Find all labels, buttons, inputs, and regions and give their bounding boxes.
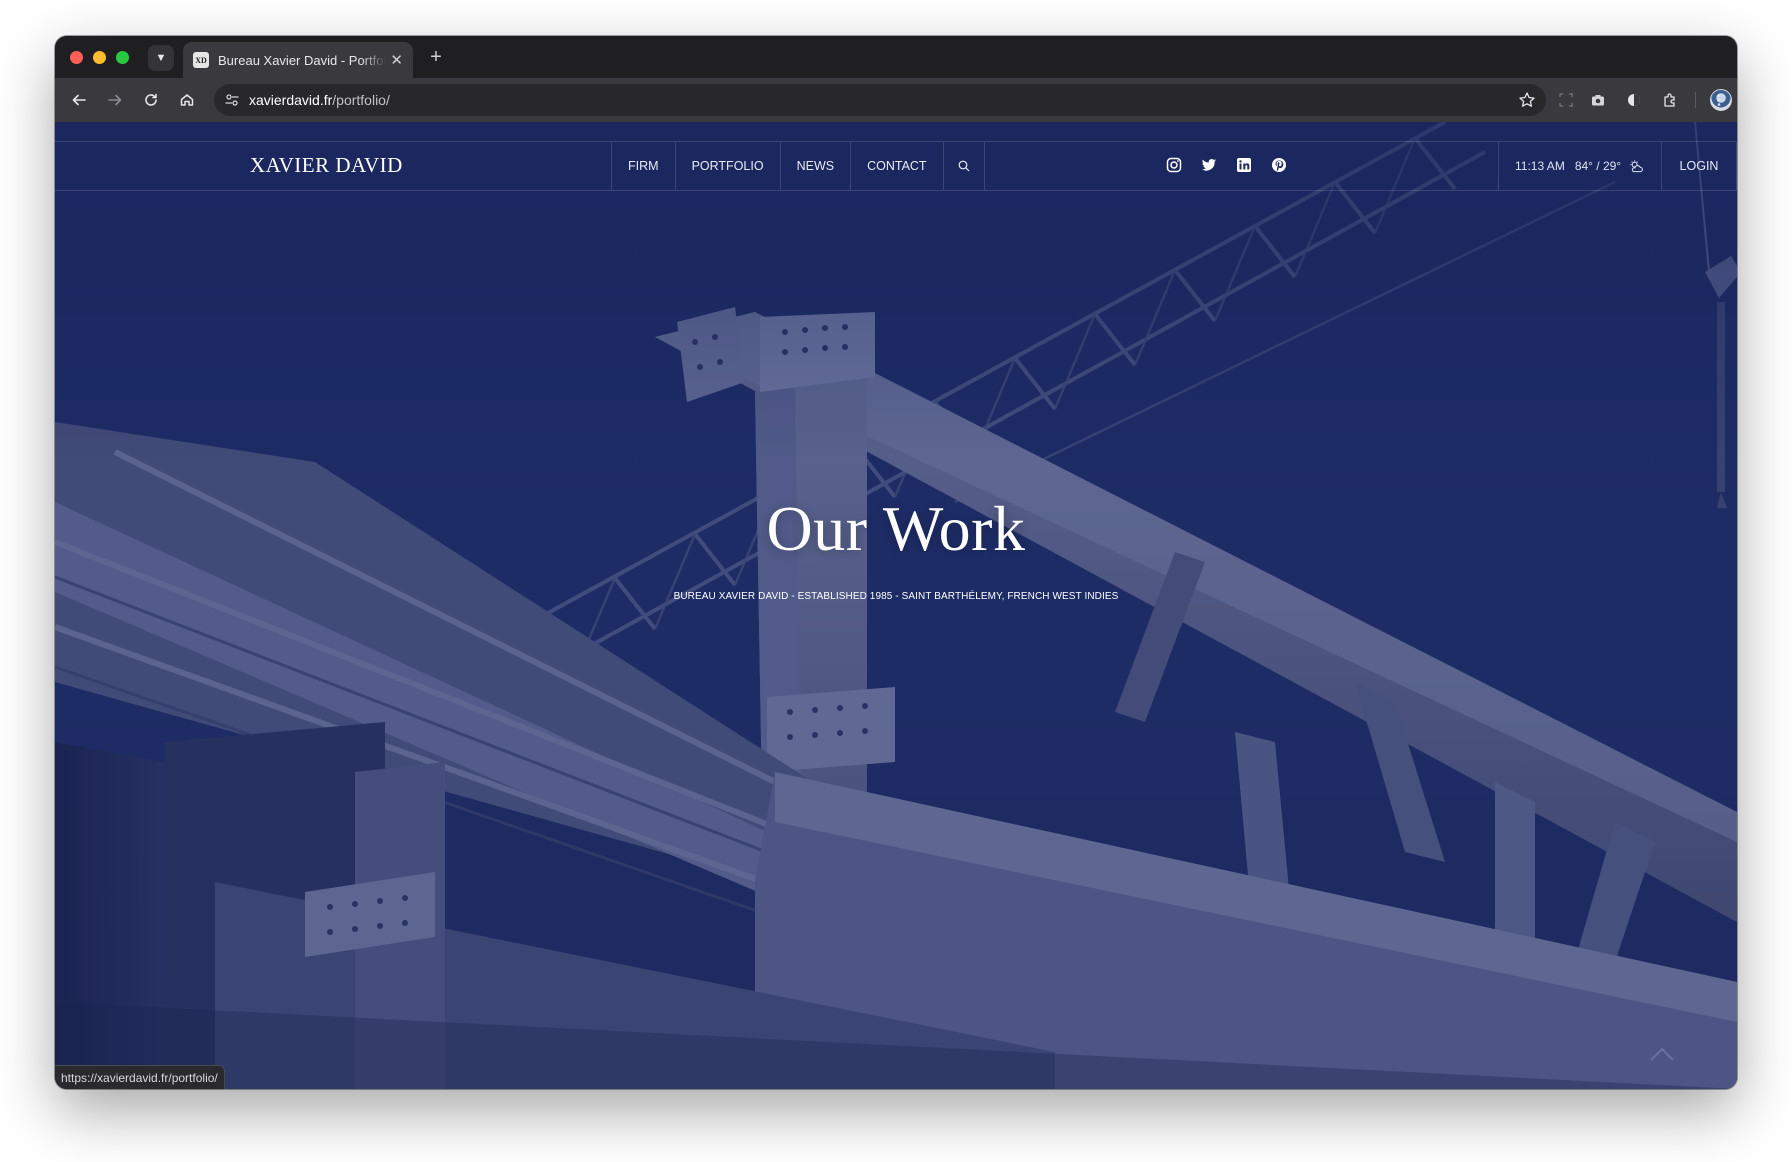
bookmark-star-icon[interactable] [1518,91,1536,109]
nav-news[interactable]: NEWS [779,142,851,190]
home-icon [180,94,194,106]
hero-title: Our Work [766,493,1026,564]
partly-cloudy-icon [1630,159,1644,172]
pinterest-icon[interactable] [1271,157,1287,173]
reload-icon [145,93,157,106]
browser-menu-button[interactable] [1707,88,1731,112]
temperature: 84° / 29° [1574,159,1622,173]
cast-button[interactable] [1554,88,1578,112]
steel-structure-image [55,122,1737,1089]
back-button[interactable] [67,88,91,112]
url-path: /portfolio/ [332,92,390,108]
linkedin-icon[interactable] [1236,157,1252,173]
nav-search-button[interactable] [942,142,985,190]
status-bar-url: https://xavierdavid.fr/portfolio/ [55,1065,225,1089]
new-tab-button[interactable]: + [424,46,448,70]
hero-subtitle: BUREAU XAVIER DAVID - ESTABLISHED 1985 -… [673,591,1119,602]
time-weather: 11:13 AM 84° / 29° [1498,142,1662,190]
camera-icon [1592,95,1604,106]
site-logo[interactable]: XAVIER DAVID [250,153,403,178]
address-bar[interactable]: xavierdavid.fr/portfolio/ [214,84,1546,116]
maximize-window-button[interactable] [116,51,129,64]
url-host: xavierdavid.fr [249,92,333,108]
local-time: 11:13 AM [1515,159,1565,173]
page-viewport: XAVIER DAVID FIRM PORTFOLIO NEWS CONTACT [55,122,1737,1089]
browser-toolbar: xavierdavid.fr/portfolio/ [55,78,1737,122]
arrow-right-icon [108,94,122,106]
tab-strip: ▼ XD Bureau Xavier David - Portfolio ✕ + [55,36,1737,78]
browser-window: ▼ XD Bureau Xavier David - Portfolio ✕ +… [55,36,1737,1089]
search-icon [958,160,970,172]
chevron-down-icon: ▼ [155,52,167,64]
reload-button[interactable] [139,88,163,112]
social-links [1166,157,1287,173]
nav-firm[interactable]: FIRM [611,142,675,190]
close-tab-icon[interactable]: ✕ [390,51,403,69]
active-tab[interactable]: XD Bureau Xavier David - Portfolio ✕ [183,42,413,78]
nav-contact[interactable]: CONTACT [850,142,943,190]
dark-mode-extension-button[interactable] [1622,88,1646,112]
close-window-button[interactable] [70,51,83,64]
main-nav: FIRM PORTFOLIO NEWS CONTACT [611,142,985,190]
toolbar-divider [1695,92,1696,108]
forward-button[interactable] [103,88,127,112]
arrow-left-icon [72,94,86,106]
screenshot-button[interactable] [1586,88,1610,112]
site-header: XAVIER DAVID FIRM PORTFOLIO NEWS CONTACT [55,141,1737,191]
puzzle-icon [1664,93,1675,107]
fullscreen-icon [1559,93,1573,107]
contrast-icon [1628,94,1640,106]
favicon-icon: XD [193,52,209,68]
tab-title: Bureau Xavier David - Portfolio [218,52,386,68]
scroll-to-top-icon[interactable] [1648,1044,1676,1064]
site-settings-icon[interactable] [224,92,240,108]
home-button[interactable] [175,88,199,112]
instagram-icon[interactable] [1166,157,1182,173]
twitter-icon[interactable] [1201,157,1217,173]
nav-portfolio[interactable]: PORTFOLIO [674,142,780,190]
kebab-menu-icon [1717,94,1721,106]
tab-search-button[interactable]: ▼ [148,45,174,71]
login-link[interactable]: LOGIN [1662,142,1737,190]
extensions-button[interactable] [1658,88,1682,112]
url-text: xavierdavid.fr/portfolio/ [249,92,390,108]
minimize-window-button[interactable] [93,51,106,64]
